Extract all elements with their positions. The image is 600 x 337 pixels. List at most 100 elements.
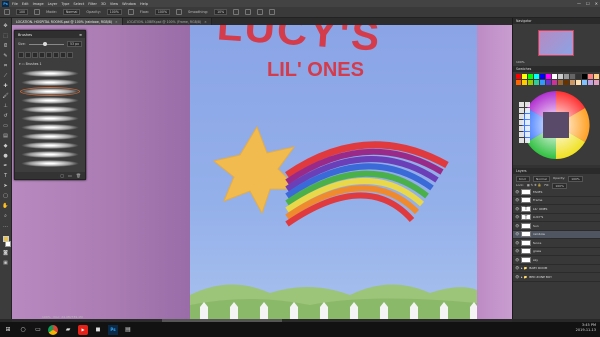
slider-knob[interactable] (42, 41, 47, 46)
photoshop-taskbar-icon[interactable]: Ps (108, 324, 118, 335)
zoom-tool-icon[interactable]: ⌕ (2, 212, 10, 220)
screen-mode-icon[interactable]: ▣ (2, 259, 10, 267)
menu-file[interactable]: File (12, 2, 18, 6)
brush-preset[interactable] (21, 97, 79, 104)
visibility-eye-icon[interactable]: 👁 (515, 249, 519, 253)
lasso-tool-icon[interactable]: ᘓ (2, 42, 10, 50)
brush-tip[interactable] (25, 52, 31, 58)
canvas-workspace[interactable]: LUCY'S LIL' ONES (12, 25, 512, 319)
airbrush-icon[interactable] (175, 9, 182, 15)
brush-settings-icon[interactable] (34, 9, 41, 15)
blur-tool-icon[interactable]: ◆ (2, 142, 10, 150)
crop-tool-icon[interactable]: ⌗ (2, 62, 10, 70)
menu-type[interactable]: Type (61, 2, 69, 6)
visibility-eye-icon[interactable]: 👁 (515, 241, 519, 245)
clone-stamp-tool-icon[interactable]: ⊥ (2, 102, 10, 110)
color-swatch[interactable] (546, 80, 551, 85)
menu-window[interactable]: Window (122, 2, 136, 6)
visibility-eye-icon[interactable]: 👁 (515, 232, 519, 236)
brush-preset[interactable] (21, 142, 79, 149)
color-swatch[interactable] (558, 74, 563, 79)
system-tray-clock[interactable]: 3:45 PM 2019-11-13 (576, 323, 596, 333)
menu-image[interactable]: Image (33, 2, 44, 6)
move-tool-icon[interactable]: ✥ (2, 22, 10, 30)
brushes-panel[interactable]: Brushes ≡ Size: 53 px ▾ ▭ Brushes 1 ▢ ▭ … (14, 30, 86, 180)
symmetry-icon[interactable] (269, 9, 276, 15)
brush-tip[interactable] (67, 52, 73, 58)
layer-row[interactable]: 👁 ▸ 📁 BED ZONE BOY (513, 273, 600, 282)
color-swatch[interactable] (582, 74, 587, 79)
mode-select[interactable]: Normal (62, 9, 81, 15)
maximize-button[interactable]: ☐ (586, 1, 590, 6)
brush-preset[interactable] (21, 133, 79, 140)
menu-filter[interactable]: Filter (88, 2, 97, 6)
brush-preset[interactable] (21, 70, 79, 77)
color-swatch[interactable] (534, 80, 539, 85)
file-explorer-icon[interactable]: ▰ (63, 325, 73, 335)
visibility-eye-icon[interactable]: 👁 (515, 215, 519, 219)
menu-layer[interactable]: Layer (48, 2, 58, 6)
color-swatch[interactable] (552, 74, 557, 79)
visibility-eye-icon[interactable]: 👁 (515, 198, 519, 202)
tab-hospital-rooms[interactable]: LOCATION- HOSPITAL ROOMS.psd @ 100% (rai… (12, 18, 123, 25)
blend-mode-select[interactable]: Normal (533, 176, 550, 182)
color-swatch[interactable] (546, 74, 551, 79)
brush-preset[interactable] (21, 106, 79, 113)
chrome-icon[interactable] (48, 324, 58, 335)
layer-row[interactable]: 👁 rainbow (513, 230, 600, 239)
menu-help[interactable]: Help (140, 2, 148, 6)
layer-row[interactable]: 👁 Frame (513, 197, 600, 205)
brush-tool-icon[interactable]: 🖌 (2, 92, 10, 100)
layer-row[interactable]: 👁 ▸ 📁 BABY ROOM (513, 265, 600, 273)
color-swatch[interactable] (552, 80, 557, 85)
foreground-color-swatch[interactable] (2, 236, 9, 242)
layer-row[interactable]: 👁 Sun (513, 222, 600, 231)
color-swatch[interactable] (516, 80, 521, 85)
color-swatch[interactable] (564, 80, 569, 85)
color-swatch[interactable] (558, 80, 563, 85)
brushes-panel-header[interactable]: Brushes ≡ (15, 31, 85, 38)
artwork-canvas[interactable]: LUCY'S LIL' ONES (12, 25, 512, 319)
color-swatch[interactable] (588, 74, 593, 79)
new-brush-icon[interactable]: ▢ (60, 173, 64, 178)
color-swatch[interactable] (528, 74, 533, 79)
brush-tip[interactable] (18, 52, 24, 58)
flow-field[interactable]: 100% (154, 9, 170, 15)
more-tools-icon[interactable]: … (2, 222, 10, 230)
color-swatch[interactable] (528, 80, 533, 85)
color-swatch[interactable] (564, 74, 569, 79)
smoothing-settings-icon[interactable] (233, 9, 240, 15)
visibility-eye-icon[interactable]: 👁 (515, 275, 519, 279)
color-swatch[interactable] (522, 80, 527, 85)
visibility-eye-icon[interactable]: 👁 (515, 207, 519, 211)
brush-size-slider[interactable] (28, 41, 65, 46)
opacity-field[interactable]: 100% (106, 9, 122, 15)
folder-icon[interactable]: ▤ (123, 325, 133, 335)
color-swatch[interactable] (540, 80, 545, 85)
visibility-eye-icon[interactable]: 👁 (515, 258, 519, 262)
brush-tip[interactable] (46, 52, 52, 58)
gradient-tool-icon[interactable]: ▤ (2, 132, 10, 140)
fill-field[interactable]: 100% (552, 183, 567, 189)
new-group-icon[interactable]: ▭ (68, 173, 72, 178)
close-tab-icon[interactable]: × (115, 20, 118, 24)
path-select-tool-icon[interactable]: ➤ (2, 182, 10, 190)
marquee-tool-icon[interactable]: ⬚ (2, 32, 10, 40)
layer-opacity-field[interactable]: 100% (568, 176, 583, 182)
tab-lobby[interactable]: LOCATION- LOBBY.psd @ 100% (Frame, RGB/8… (122, 18, 212, 25)
quick-mask-icon[interactable]: ◙ (2, 249, 10, 257)
brush-preset[interactable] (21, 79, 79, 86)
brush-tip[interactable] (32, 52, 38, 58)
hand-tool-icon[interactable]: ✋ (2, 202, 10, 210)
brush-preset[interactable] (21, 124, 79, 131)
history-brush-tool-icon[interactable]: ↺ (2, 112, 10, 120)
brush-size-value[interactable]: 53 px (67, 41, 82, 47)
visibility-eye-icon[interactable]: 👁 (515, 266, 519, 270)
brush-size-field[interactable]: 100 (16, 9, 29, 15)
healing-brush-tool-icon[interactable]: ✚ (2, 82, 10, 90)
menu-edit[interactable]: Edit (22, 2, 29, 6)
windows-start-icon[interactable]: ⊞ (3, 325, 13, 335)
minimize-button[interactable]: — (577, 1, 581, 6)
brush-tip[interactable] (60, 52, 66, 58)
panel-menu-icon[interactable]: ≡ (79, 33, 82, 37)
